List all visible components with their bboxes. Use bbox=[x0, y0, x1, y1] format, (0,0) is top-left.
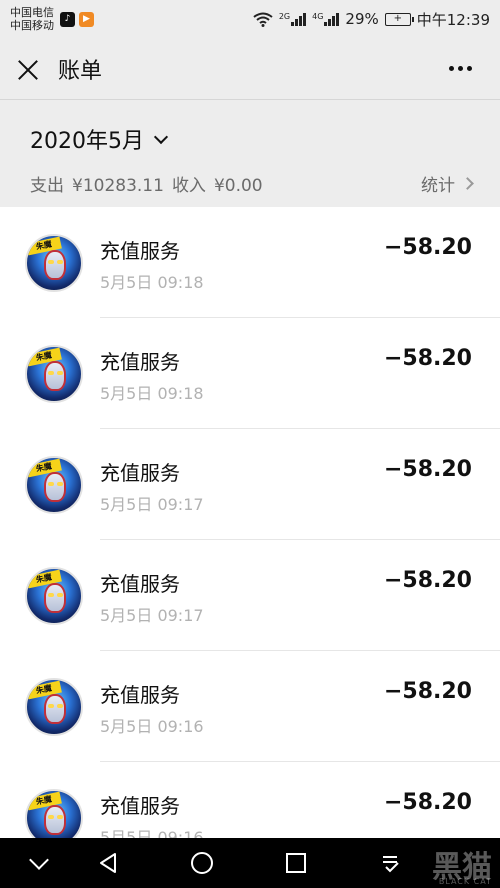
transaction-amount: −58.20 bbox=[383, 790, 472, 815]
battery-icon: + bbox=[384, 12, 414, 26]
stats-label: 统计 bbox=[421, 176, 455, 196]
signal-bars-icon bbox=[324, 12, 340, 26]
signal-1: 2G bbox=[278, 12, 307, 26]
transaction-time: 5月5日 09:17 bbox=[100, 495, 204, 514]
transaction-row[interactable]: 朱魔 充值服务 5月5日 09:18 −58.20 bbox=[0, 207, 500, 318]
transaction-title: 充值服务 bbox=[100, 572, 180, 596]
transaction-amount: −58.20 bbox=[383, 346, 472, 371]
page-title: 账单 bbox=[58, 58, 103, 84]
bill-summary: 2020年5月 支出 ¥10283.11 收入 ¥0.00 统计 bbox=[0, 101, 500, 207]
merchant-avatar: 朱魔 bbox=[25, 678, 83, 736]
chevron-right-icon bbox=[461, 177, 474, 190]
carrier-1: 中国电信 bbox=[10, 6, 54, 19]
close-icon[interactable] bbox=[16, 57, 40, 81]
transaction-time: 5月5日 09:16 bbox=[100, 717, 204, 736]
transaction-title: 充值服务 bbox=[100, 461, 180, 485]
home-icon[interactable] bbox=[190, 851, 214, 875]
merchant-avatar: 朱魔 bbox=[25, 789, 83, 838]
video-app-icon: ▶ bbox=[79, 11, 94, 27]
totals-text: 支出 ¥10283.11 收入 ¥0.00 bbox=[30, 171, 263, 196]
expense-label: 支出 bbox=[30, 176, 64, 196]
signal-bars-icon bbox=[291, 12, 307, 26]
more-options-icon[interactable] bbox=[449, 66, 472, 71]
tiktok-icon: ♪ bbox=[60, 11, 75, 27]
expense-value: ¥10283.11 bbox=[72, 176, 164, 196]
stats-link[interactable]: 统计 bbox=[421, 171, 474, 196]
hide-nav-icon[interactable] bbox=[28, 851, 52, 875]
wifi-icon bbox=[253, 12, 273, 27]
transaction-time: 5月5日 09:17 bbox=[100, 606, 204, 625]
transaction-row[interactable]: 朱魔 充值服务 5月5日 09:17 −58.20 bbox=[0, 429, 500, 540]
month-selector[interactable]: 2020年5月 bbox=[30, 123, 470, 155]
network-type-1: 2G bbox=[278, 12, 291, 21]
totals-row: 支出 ¥10283.11 收入 ¥0.00 统计 bbox=[30, 171, 474, 196]
transaction-list: 朱魔 充值服务 5月5日 09:18 −58.20 朱魔 充值服务 5月5日 0… bbox=[0, 207, 500, 838]
transaction-title: 充值服务 bbox=[100, 683, 180, 707]
month-label: 2020年5月 bbox=[30, 129, 144, 154]
back-icon[interactable] bbox=[96, 851, 120, 875]
transaction-title: 充值服务 bbox=[100, 239, 180, 263]
system-nav-bar: 黑猫 BLACK CAT bbox=[0, 838, 500, 888]
merchant-avatar: 朱魔 bbox=[25, 456, 83, 514]
status-bar: 中国电信 中国移动 ♪ ▶ 2G 4G 29% + 中午12:39 bbox=[0, 0, 500, 38]
battery-percent: 29% bbox=[345, 10, 379, 28]
status-indicators: 2G 4G 29% + 中午12:39 bbox=[253, 9, 490, 30]
transaction-time: 5月5日 09:18 bbox=[100, 384, 204, 403]
carrier-2: 中国移动 bbox=[10, 19, 54, 32]
signal-2: 4G bbox=[312, 12, 340, 26]
income-label: 收入 bbox=[171, 176, 206, 196]
network-type-2: 4G bbox=[312, 12, 324, 21]
carrier-info: 中国电信 中国移动 bbox=[10, 6, 54, 32]
transaction-title: 充值服务 bbox=[100, 350, 180, 374]
chevron-down-icon bbox=[153, 129, 169, 144]
notification-icons: ♪ ▶ bbox=[60, 11, 94, 27]
transaction-time: 5月5日 09:18 bbox=[100, 273, 204, 292]
transaction-amount: −58.20 bbox=[383, 679, 472, 704]
transaction-amount: −58.20 bbox=[383, 568, 472, 593]
transaction-amount: −58.20 bbox=[383, 457, 472, 482]
clock: 中午12:39 bbox=[416, 10, 490, 29]
recent-apps-icon[interactable] bbox=[284, 851, 308, 875]
merchant-avatar: 朱魔 bbox=[25, 234, 83, 292]
transaction-row[interactable]: 朱魔 充值服务 5月5日 09:18 −58.20 bbox=[0, 318, 500, 429]
transaction-row[interactable]: 朱魔 充值服务 5月5日 09:16 −58.20 bbox=[0, 762, 500, 838]
notification-menu-icon[interactable] bbox=[380, 851, 404, 875]
transaction-row[interactable]: 朱魔 充值服务 5月5日 09:17 −58.20 bbox=[0, 540, 500, 651]
app-header: 账单 bbox=[0, 38, 500, 100]
transaction-title: 充值服务 bbox=[100, 794, 180, 818]
merchant-avatar: 朱魔 bbox=[25, 567, 83, 625]
watermark-subtext: BLACK CAT bbox=[438, 877, 492, 886]
merchant-avatar: 朱魔 bbox=[25, 345, 83, 403]
transaction-time: 5月5日 09:16 bbox=[100, 828, 204, 838]
transaction-amount: −58.20 bbox=[383, 235, 472, 260]
transaction-row[interactable]: 朱魔 充值服务 5月5日 09:16 −58.20 bbox=[0, 651, 500, 762]
income-value: ¥0.00 bbox=[213, 176, 263, 196]
